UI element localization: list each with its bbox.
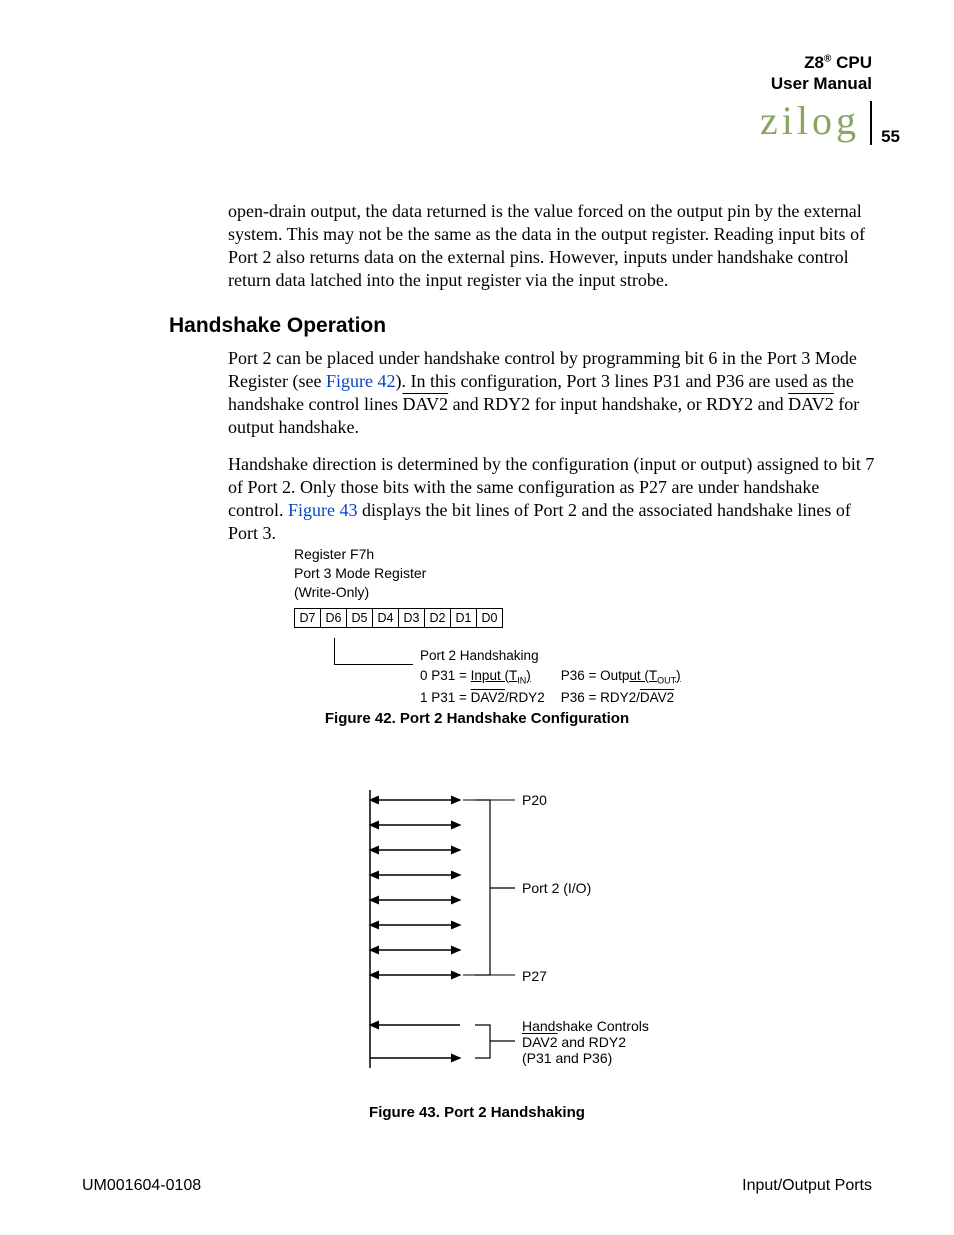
hs-p1-c: and RDY2 for input handshake, or RDY2 an…: [448, 394, 788, 414]
lbl-p2io: Port 2 (I/O): [522, 880, 591, 896]
desc-head: Port 2 Handshaking: [420, 647, 695, 665]
lbl-hs: Handshake Controls DAV2 and RDY2 (P31 an…: [522, 1018, 649, 1066]
section-heading: Handshake Operation: [169, 314, 386, 338]
reg-line1: Register F7h: [294, 545, 734, 564]
bit-d7: D7: [295, 609, 321, 627]
hs-rest: and RDY2: [558, 1034, 626, 1050]
hs-controls: Handshake Controls: [522, 1018, 649, 1034]
handshake-body: Port 2 can be placed under handshake con…: [228, 347, 878, 559]
bit-d4: D4: [373, 609, 399, 627]
bit-d1: D1: [451, 609, 477, 627]
bit-d3: D3: [399, 609, 425, 627]
bit-d5: D5: [347, 609, 373, 627]
r0l-sub: IN: [517, 675, 526, 685]
hs-dav2: DAV2: [522, 1034, 558, 1050]
zilog-logo: zilog: [760, 101, 860, 145]
fig43-ref[interactable]: Figure 43: [288, 500, 358, 520]
bit-d0: D0: [477, 609, 502, 627]
product-name-b: CPU: [831, 53, 872, 72]
page-number: 55: [881, 127, 900, 147]
lbl-p27: P27: [522, 968, 547, 984]
hs-line2: DAV2 and RDY2: [522, 1034, 649, 1050]
r1ra: P36 = RDY2/: [561, 690, 640, 705]
doc-title: Z8® CPU User Manual: [572, 52, 872, 95]
logo-row: zilog 55: [572, 101, 872, 145]
figure-42: Register F7h Port 3 Mode Register (Write…: [294, 545, 734, 628]
lbl-p20: P20: [522, 792, 547, 808]
hs-para2: Handshake direction is determined by the…: [228, 453, 878, 545]
dav2-over-2: DAV2: [788, 394, 834, 414]
hs-para1: Port 2 can be placed under handshake con…: [228, 347, 878, 439]
footer-left: UM001604-0108: [82, 1177, 201, 1195]
figure-43-caption: Figure 43. Port 2 Handshaking: [170, 1104, 784, 1121]
figure-42-caption: Figure 42. Port 2 Handshake Configuratio…: [170, 710, 784, 727]
row1-right: P36 = RDY2/DAV2: [561, 689, 695, 707]
bit-d6: D6: [321, 609, 347, 627]
reg-line3: (Write-Only): [294, 583, 734, 602]
footer-right: Input/Output Ports: [742, 1177, 872, 1195]
product-subtitle: User Manual: [771, 74, 872, 93]
bit-d2: D2: [425, 609, 451, 627]
page: Z8® CPU User Manual zilog 55 open-drain …: [0, 0, 954, 1235]
row0-right: P36 = Output (TOUT): [561, 667, 695, 687]
r1lb: DAV2: [471, 690, 505, 705]
r0lb-t: Input (T: [471, 668, 518, 683]
product-name-a: Z8: [804, 53, 824, 72]
r0lc: ): [526, 668, 531, 683]
figure-43: P20 Port 2 (I/O) P27 Handshake Controls …: [330, 780, 750, 1083]
r0rc: ): [676, 668, 681, 683]
reg-line2: Port 3 Mode Register: [294, 564, 734, 583]
r0ra: P36 = Outp: [561, 668, 630, 683]
fig42-ref[interactable]: Figure 42: [326, 371, 396, 391]
r0r-sub: OUT: [657, 675, 676, 685]
body-top: open-drain output, the data returned is …: [228, 200, 878, 306]
page-header: Z8® CPU User Manual zilog 55: [572, 52, 872, 145]
bit-desc-table: Port 2 Handshaking 0 P31 = Input (TIN) P…: [418, 645, 697, 708]
leader-line: [334, 638, 413, 665]
r1lc: /RDY2: [505, 690, 545, 705]
reg-info: Register F7h Port 3 Mode Register (Write…: [294, 545, 734, 602]
r0rb: ut (TOUT): [629, 668, 680, 683]
r1la: 1 P31 =: [420, 690, 471, 705]
intro-para: open-drain output, the data returned is …: [228, 200, 878, 292]
row0-left: 0 P31 = Input (TIN): [420, 667, 559, 687]
r0la: 0 P31 =: [420, 668, 471, 683]
bit-row: D7 D6 D5 D4 D3 D2 D1 D0: [294, 608, 503, 628]
r0rb-t: ut (T: [629, 668, 657, 683]
r0lb: Input (TIN): [471, 668, 531, 683]
dav2-over-1: DAV2: [402, 394, 448, 414]
r1rb: DAV2: [640, 690, 674, 705]
row1-left: 1 P31 = DAV2/RDY2: [420, 689, 559, 707]
page-footer: UM001604-0108 Input/Output Ports: [82, 1177, 872, 1195]
hs-pins: (P31 and P36): [522, 1050, 649, 1066]
